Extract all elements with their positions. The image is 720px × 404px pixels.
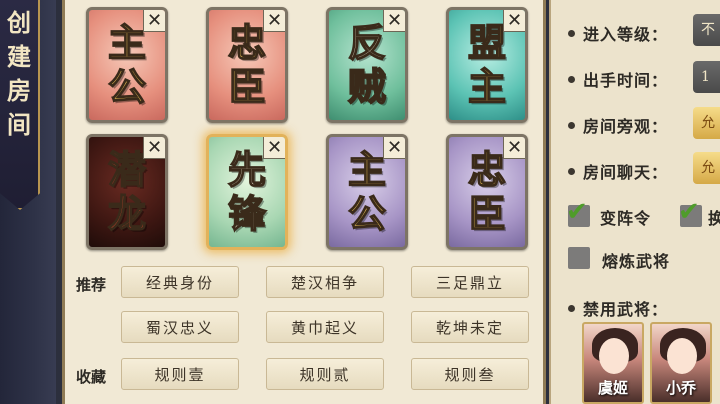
check-icon: ✔ xyxy=(566,197,588,227)
card-char: 盟 xyxy=(467,20,507,66)
formation-change-label: 变阵令 xyxy=(600,209,652,228)
role-card-lord[interactable]: 主 公 ✕ xyxy=(326,134,408,250)
banned-hero-portrait[interactable]: 虞姬 xyxy=(582,322,644,404)
favorites-label: 收藏 xyxy=(76,368,107,386)
check-icon: ✔ xyxy=(678,197,700,227)
hero-face xyxy=(599,338,629,374)
play-time-setting: 出手时间： xyxy=(568,67,668,91)
play-time-label: 出手时间： xyxy=(583,71,669,90)
chat-setting: 房间聊天： xyxy=(568,159,668,183)
card-char: 主 xyxy=(347,147,387,193)
role-card-lord[interactable]: 主 公 ✕ xyxy=(86,7,168,123)
favorite-rule-2-button[interactable]: 规则贰 xyxy=(266,358,384,390)
spectate-toggle[interactable]: 允 xyxy=(693,107,720,139)
role-card-loyalist[interactable]: 忠 臣 ✕ xyxy=(206,7,288,123)
spectate-setting: 房间旁观： xyxy=(568,113,668,137)
close-icon[interactable]: ✕ xyxy=(143,10,165,32)
card-char: 主 xyxy=(107,20,147,66)
card-char: 臣 xyxy=(227,64,267,110)
close-icon[interactable]: ✕ xyxy=(383,137,405,159)
chat-label: 房间聊天： xyxy=(583,163,669,182)
title-char: 房 xyxy=(7,76,31,105)
card-char: 贼 xyxy=(347,64,387,110)
close-icon[interactable]: ✕ xyxy=(503,137,525,159)
bullet-icon xyxy=(568,29,575,37)
bullet-icon xyxy=(568,167,575,175)
card-char: 锋 xyxy=(227,191,267,237)
preset-three-kingdoms-button[interactable]: 三足鼎立 xyxy=(411,266,529,298)
banned-generals-setting: 禁用武将： xyxy=(568,296,668,320)
create-room-title: 创 建 房 间 xyxy=(0,0,40,210)
role-card-loyalist[interactable]: 忠 臣 ✕ xyxy=(446,134,528,250)
preset-yellow-turban-button[interactable]: 黄巾起义 xyxy=(266,311,384,343)
card-char: 臣 xyxy=(467,191,507,237)
spectate-label: 房间旁观： xyxy=(583,117,669,136)
close-icon[interactable]: ✕ xyxy=(263,10,285,32)
second-option-label: 换 xyxy=(708,209,720,228)
card-char: 主 xyxy=(467,64,507,110)
role-card-rebel[interactable]: 反 贼 ✕ xyxy=(326,7,408,123)
recommend-label: 推荐 xyxy=(76,276,107,294)
card-char: 公 xyxy=(107,64,147,110)
entry-level-select[interactable]: 不 xyxy=(693,14,720,46)
title-char: 间 xyxy=(7,110,31,139)
card-char: 反 xyxy=(347,20,387,66)
banned-generals-label: 禁用武将： xyxy=(583,300,669,319)
favorite-rule-3-button[interactable]: 规则叁 xyxy=(411,358,529,390)
banned-hero-portrait[interactable]: 小乔 xyxy=(650,322,712,404)
bullet-icon xyxy=(568,75,575,83)
card-char: 潜 xyxy=(107,147,147,193)
bullet-icon xyxy=(568,304,575,312)
card-char: 公 xyxy=(347,191,387,237)
refine-general-checkbox[interactable] xyxy=(568,247,590,269)
title-char: 创 xyxy=(7,8,31,37)
favorite-rule-1-button[interactable]: 规则壹 xyxy=(121,358,239,390)
chat-toggle[interactable]: 允 xyxy=(693,152,720,184)
close-icon[interactable]: ✕ xyxy=(143,137,165,159)
card-char: 龙 xyxy=(107,191,147,237)
hero-name: 小乔 xyxy=(665,379,696,397)
entry-level-label: 进入等级： xyxy=(583,25,669,44)
close-icon[interactable]: ✕ xyxy=(383,10,405,32)
entry-level-setting: 进入等级： xyxy=(568,21,668,45)
preset-undecided-button[interactable]: 乾坤未定 xyxy=(411,311,529,343)
preset-shu-han-button[interactable]: 蜀汉忠义 xyxy=(121,311,239,343)
role-card-hidden-dragon[interactable]: 潜 龙 ✕ xyxy=(86,134,168,250)
play-time-select[interactable]: 1 xyxy=(693,61,720,93)
preset-classic-identity-button[interactable]: 经典身份 xyxy=(121,266,239,298)
hero-name: 虞姬 xyxy=(597,379,628,397)
close-icon[interactable]: ✕ xyxy=(263,137,285,159)
role-card-alliance-leader[interactable]: 盟 主 ✕ xyxy=(446,7,528,123)
bullet-icon xyxy=(568,121,575,129)
card-char: 先 xyxy=(227,147,267,193)
role-card-vanguard[interactable]: 先 锋 ✕ xyxy=(206,134,288,250)
hero-face xyxy=(667,338,697,374)
close-icon[interactable]: ✕ xyxy=(503,10,525,32)
preset-chu-han-button[interactable]: 楚汉相争 xyxy=(266,266,384,298)
title-char: 建 xyxy=(7,42,31,71)
refine-general-label: 熔炼武将 xyxy=(602,252,671,271)
card-char: 忠 xyxy=(227,20,267,66)
card-char: 忠 xyxy=(467,147,507,193)
